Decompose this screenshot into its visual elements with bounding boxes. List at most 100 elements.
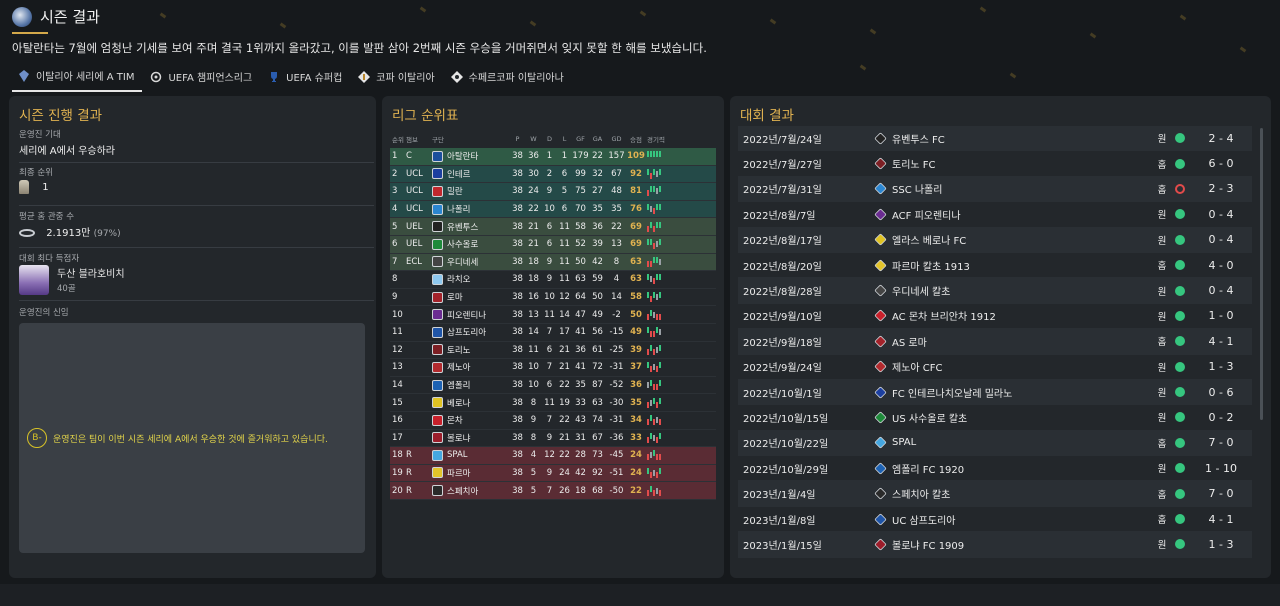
home-away: 홈 — [1157, 261, 1167, 273]
row-goal-diff: 67 — [611, 168, 622, 179]
club-crest-icon — [874, 436, 887, 450]
home-away: 원 — [1157, 413, 1167, 425]
row-won: 22 — [528, 204, 539, 215]
table-row[interactable]: 4 UCL 나폴리 38 22 10 6 70 35 35 76 — [390, 200, 716, 219]
tab-champions-league[interactable]: UEFA 챔피언스리그 — [144, 66, 260, 92]
table-row[interactable]: 7 ECL 우디네세 38 18 9 11 50 42 8 63 — [390, 253, 716, 272]
opponent: 엠폴리 FC 1920 — [874, 461, 1154, 476]
row-team[interactable]: 로마 — [432, 291, 510, 303]
table-row[interactable]: 14 엠폴리 38 10 6 22 35 87 -52 36 — [390, 377, 716, 395]
row-goals-against: 49 — [592, 309, 603, 320]
row-team[interactable]: 아탈란타 — [432, 150, 510, 162]
form-bar — [647, 274, 649, 281]
table-row[interactable]: 10 피오렌티나 38 13 11 14 47 49 -2 50 — [390, 306, 716, 324]
row-lost: 21 — [559, 362, 570, 373]
row-team[interactable]: SPAL — [432, 449, 510, 461]
result-row[interactable]: 2022년/7월/31일 SSC 나폴리 홈 2 - 3 — [738, 176, 1252, 203]
row-team[interactable]: 유벤투스 — [432, 221, 510, 233]
table-row[interactable]: 8 라치오 38 18 9 11 63 59 4 63 — [390, 271, 716, 289]
table-row[interactable]: 15 베로나 38 8 11 19 33 63 -30 35 — [390, 394, 716, 412]
row-points: 81 — [630, 186, 642, 197]
result-row[interactable]: 2022년/9월/10일 AC 몬차 브리안차 1912 원 1 - 0 — [738, 304, 1252, 330]
row-goal-diff: -45 — [609, 450, 624, 461]
win-dot-icon — [1175, 158, 1185, 169]
average-attendance: 평균 홈 관중 수 2.1913만 (97%) — [19, 210, 374, 248]
row-team[interactable]: 나폴리 — [432, 203, 510, 215]
result-row[interactable]: 2023년/1월/4일 스페치아 칼초 홈 7 - 0 — [738, 481, 1252, 507]
opponent: UC 삼프도리아 — [874, 512, 1154, 527]
row-team[interactable]: 파르마 — [432, 467, 510, 479]
opponent-name: 제노아 CFC — [892, 363, 943, 375]
result-row[interactable]: 2022년/7월/24일 유벤투스 FC 원 2 - 4 — [738, 126, 1252, 152]
table-row[interactable]: 2 UCL 인테르 38 30 2 6 99 32 67 92 — [390, 165, 716, 184]
table-row[interactable]: 12 토리노 38 11 6 21 36 61 -25 39 — [390, 342, 716, 360]
table-row[interactable]: 3 UCL 밀란 38 24 9 5 75 27 48 81 — [390, 183, 716, 201]
row-lost: 11 — [559, 239, 570, 250]
bottom-bar — [0, 584, 1280, 606]
club-crest-icon — [432, 238, 443, 250]
row-qualification: UCL — [406, 168, 423, 179]
result-indicator — [1170, 412, 1190, 423]
row-team[interactable]: 인테르 — [432, 168, 510, 180]
row-team[interactable]: 토리노 — [432, 344, 510, 356]
form-bar — [659, 329, 661, 336]
home-away: 홈 — [1157, 489, 1167, 501]
result-row[interactable]: 2022년/10월/22일 SPAL 홈 7 - 0 — [738, 430, 1252, 457]
row-team[interactable]: 볼로냐 — [432, 432, 510, 444]
result-row[interactable]: 2022년/8월/28일 우디네세 칼초 원 0 - 4 — [738, 278, 1252, 304]
season-progress-panel: 시즌 진행 결과 운영진 기대 세리에 A에서 우승하라 최종 순위 1 평균 … — [9, 96, 376, 578]
form-bar — [656, 417, 658, 424]
table-row[interactable]: 9 로마 38 16 10 12 64 50 14 58 — [390, 289, 716, 307]
row-team[interactable]: 베로나 — [432, 397, 510, 409]
row-team[interactable]: 몬차 — [432, 414, 510, 426]
table-row[interactable]: 11 삼프도리아 38 14 7 17 41 56 -15 49 — [390, 324, 716, 342]
tab-serie-a[interactable]: 이탈리아 세리에 A TIM — [12, 66, 143, 92]
row-lost: 26 — [559, 485, 570, 496]
result-row[interactable]: 2022년/10월/15일 US 사수올로 칼초 원 0 - 2 — [738, 405, 1252, 431]
row-position: 2 — [392, 168, 398, 179]
table-row[interactable]: 6 UEL 사수올로 38 21 6 11 52 39 13 69 — [390, 235, 716, 254]
tab-coppa-italia[interactable]: 코파 이탈리아 — [352, 66, 442, 92]
opponent-name: ACF 피오렌티나 — [892, 210, 961, 222]
row-team[interactable]: 우디네세 — [432, 256, 510, 268]
row-team[interactable]: 엠폴리 — [432, 379, 510, 391]
table-row[interactable]: 19 R 파르마 38 5 9 24 42 92 -51 24 — [390, 464, 716, 483]
result-row[interactable]: 2022년/8월/17일 엘라스 베로나 FC 원 0 - 4 — [738, 227, 1252, 253]
win-dot-icon — [1175, 463, 1185, 474]
results-scrollbar[interactable] — [1260, 128, 1263, 420]
result-row[interactable]: 2022년/9월/18일 AS 로마 홈 4 - 1 — [738, 329, 1252, 355]
row-team[interactable]: 라치오 — [432, 273, 510, 285]
result-row[interactable]: 2022년/7월/27일 토리노 FC 홈 6 - 0 — [738, 151, 1252, 177]
result-row[interactable]: 2022년/8월/20일 파르마 칼초 1913 홈 4 - 0 — [738, 253, 1252, 279]
tab-super-cup[interactable]: UEFA 슈퍼컵 — [262, 66, 350, 92]
row-goals-against: 50 — [592, 292, 603, 303]
table-row[interactable]: 13 제노아 38 10 7 21 41 72 -31 37 — [390, 359, 716, 377]
result-row[interactable]: 2022년/9월/24일 제노아 CFC 원 1 - 3 — [738, 355, 1252, 380]
form-bar — [656, 170, 658, 177]
form-bar — [653, 397, 655, 404]
result-row[interactable]: 2023년/1월/15일 볼로냐 FC 1909 원 1 - 3 — [738, 532, 1252, 558]
result-row[interactable]: 2023년/1월/8일 UC 삼프도리아 홈 4 - 1 — [738, 507, 1252, 533]
result-row[interactable]: 2022년/10월/1일 FC 인테르나치오날레 밀라노 원 0 - 6 — [738, 379, 1252, 406]
row-team[interactable]: 피오렌티나 — [432, 309, 510, 321]
row-team[interactable]: 스페치아 — [432, 485, 510, 497]
row-goal-diff: 8 — [613, 256, 620, 267]
table-row[interactable]: 18 R SPAL 38 4 12 22 28 73 -45 24 — [390, 447, 716, 465]
table-row[interactable]: 1 C 아탈란타 38 36 1 1 179 22 157 109 — [390, 148, 716, 166]
table-row[interactable]: 20 R 스페치아 38 5 7 26 18 68 -50 22 — [390, 482, 716, 500]
result-row[interactable]: 2022년/8월/7일 ACF 피오렌티나 원 0 - 4 — [738, 202, 1252, 228]
row-played: 38 — [512, 415, 523, 426]
row-goal-diff: -31 — [609, 415, 624, 426]
tab-supercoppa[interactable]: 수페르코파 이탈리아나 — [445, 66, 572, 92]
row-team[interactable]: 제노아 — [432, 361, 510, 373]
table-row[interactable]: 17 볼로냐 38 8 9 21 31 67 -36 33 — [390, 430, 716, 448]
row-team[interactable]: 밀란 — [432, 185, 510, 197]
row-team[interactable]: 삼프도리아 — [432, 326, 510, 338]
club-crest-icon — [874, 182, 887, 196]
table-row[interactable]: 5 UEL 유벤투스 38 21 6 11 58 36 22 69 — [390, 218, 716, 236]
result-row[interactable]: 2022년/10월/29일 엠폴리 FC 1920 원 1 - 10 — [738, 456, 1252, 482]
win-dot-icon — [1175, 310, 1185, 321]
table-row[interactable]: 16 몬차 38 9 7 22 43 74 -31 34 — [390, 412, 716, 430]
row-team[interactable]: 사수올로 — [432, 238, 510, 250]
opponent-name: 볼로냐 FC 1909 — [892, 540, 965, 552]
